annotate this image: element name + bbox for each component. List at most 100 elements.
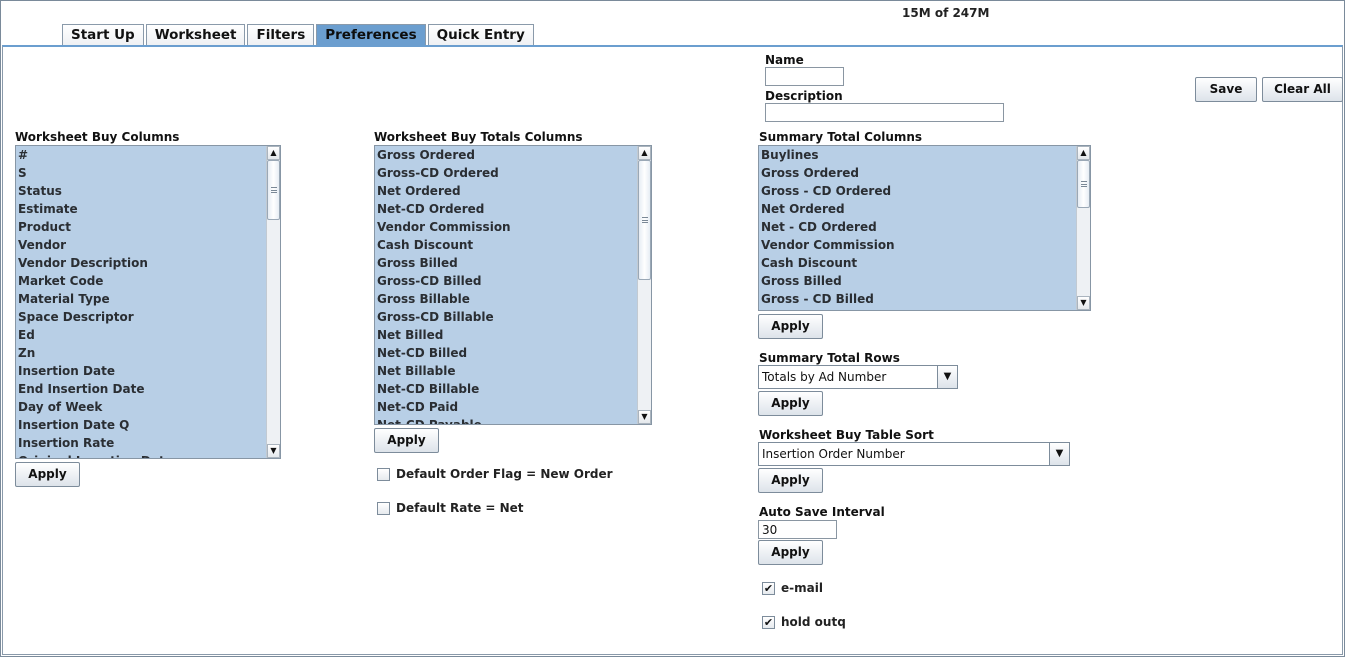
list-item[interactable]: Gross-CD Billed	[375, 272, 511, 290]
list-item[interactable]: Gross - CD Billed	[759, 290, 895, 308]
chevron-down-icon[interactable]: ▼	[937, 366, 957, 388]
hold-outq-label: hold outq	[781, 615, 846, 629]
tab-filters[interactable]: Filters	[247, 24, 315, 46]
list-item[interactable]: Net Ordered	[375, 182, 511, 200]
default-rate-checkbox[interactable]: Default Rate = Net	[377, 501, 524, 515]
buy-columns-apply-button[interactable]: Apply	[15, 462, 80, 487]
list-item[interactable]: Gross Billable	[375, 290, 511, 308]
scroll-down-icon[interactable]: ▼	[1077, 296, 1090, 310]
auto-save-interval-label: Auto Save Interval	[759, 505, 885, 519]
summary-total-rows-apply-button[interactable]: Apply	[758, 391, 823, 416]
list-item[interactable]: Material Type	[16, 290, 173, 308]
list-item[interactable]: Net Billed	[375, 326, 511, 344]
list-item[interactable]: Gross Ordered	[759, 164, 895, 182]
description-label: Description	[765, 89, 843, 103]
list-item[interactable]: Insertion Date	[16, 362, 173, 380]
list-item[interactable]: Net Billable	[375, 362, 511, 380]
list-item[interactable]: Net-CD Billable	[375, 380, 511, 398]
list-item[interactable]: Gross - CD Ordered	[759, 182, 895, 200]
list-item[interactable]: Space Descriptor	[16, 308, 173, 326]
list-item[interactable]: Insertion Rate	[16, 434, 173, 452]
auto-save-interval-field[interactable]	[758, 520, 837, 539]
list-item[interactable]: Vendor Commission	[375, 218, 511, 236]
email-checkbox[interactable]: ✔ e-mail	[762, 581, 823, 595]
buy-totals-columns-list[interactable]: Gross Ordered Gross-CD Ordered Net Ordered…	[374, 145, 652, 425]
scroll-thumb[interactable]	[1077, 160, 1090, 208]
default-order-flag-checkbox[interactable]: Default Order Flag = New Order	[377, 467, 613, 481]
list-item[interactable]: End Insertion Date	[16, 380, 173, 398]
list-item[interactable]: Buylines	[759, 146, 895, 164]
clear-all-button[interactable]: Clear All	[1262, 77, 1343, 102]
list-item[interactable]: Cash Discount	[759, 254, 895, 272]
list-item[interactable]: Day of Week	[16, 398, 173, 416]
buy-table-sort-dropdown[interactable]: Insertion Order Number ▼	[758, 442, 1070, 466]
list-item[interactable]: Vendor Commission	[759, 236, 895, 254]
tab-quick-entry[interactable]: Quick Entry	[427, 24, 534, 46]
buy-table-sort-value: Insertion Order Number	[762, 447, 905, 461]
list-item[interactable]: Market Code	[16, 272, 173, 290]
summary-total-columns-list[interactable]: Buylines Gross Ordered Gross - CD Ordered N…	[758, 145, 1091, 311]
list-item[interactable]: Net-CD Paid	[375, 398, 511, 416]
checkbox-box[interactable]	[377, 501, 390, 515]
tab-worksheet[interactable]: Worksheet	[145, 24, 246, 46]
summary-total-rows-dropdown[interactable]: Totals by Ad Number ▼	[758, 365, 958, 389]
list-item[interactable]: Status	[16, 182, 173, 200]
list-item[interactable]: Original Insertion Date	[16, 452, 173, 458]
default-order-flag-label: Default Order Flag = New Order	[396, 467, 613, 481]
buy-columns-list[interactable]: # S Status Estimate Product Vendor Vendor Desc…	[15, 145, 281, 459]
list-item[interactable]: Insertion Date Q	[16, 416, 173, 434]
scroll-up-icon[interactable]: ▲	[638, 146, 651, 160]
name-field[interactable]	[765, 67, 844, 86]
chevron-down-icon[interactable]: ▼	[1049, 443, 1069, 465]
memory-status: 15M of 247M	[902, 6, 990, 20]
buy-columns-label: Worksheet Buy Columns	[15, 130, 180, 144]
list-item[interactable]: Cash Discount	[375, 236, 511, 254]
scroll-thumb[interactable]	[638, 160, 651, 280]
summary-total-rows-label: Summary Total Rows	[759, 351, 900, 365]
summary-total-rows-value: Totals by Ad Number	[762, 370, 887, 384]
checkbox-checked-icon[interactable]: ✔	[762, 615, 775, 629]
list-item[interactable]: Net-CD Payable	[375, 416, 511, 424]
tab-bar: Start Up Worksheet Filters Preferences Q…	[62, 24, 536, 46]
scroll-thumb[interactable]	[267, 160, 280, 220]
list-item[interactable]: S	[16, 164, 173, 182]
list-item[interactable]: Net Ordered	[759, 200, 895, 218]
list-item[interactable]: Gross Billed	[759, 272, 895, 290]
list-item[interactable]: Gross-CD Billable	[375, 308, 511, 326]
description-field[interactable]	[765, 103, 1004, 122]
buy-columns-scrollbar[interactable]: ▲ ▼	[266, 146, 280, 458]
list-item[interactable]: Net - CD Ordered	[759, 218, 895, 236]
list-item[interactable]: Net-CD Billed	[375, 344, 511, 362]
tab-preferences[interactable]: Preferences	[316, 24, 426, 46]
list-item[interactable]: Gross Ordered	[375, 146, 511, 164]
hold-outq-checkbox[interactable]: ✔ hold outq	[762, 615, 846, 629]
auto-save-apply-button[interactable]: Apply	[758, 540, 823, 565]
list-item[interactable]: Vendor Description	[16, 254, 173, 272]
buy-totals-apply-button[interactable]: Apply	[374, 428, 439, 453]
summary-total-columns-apply-button[interactable]: Apply	[758, 314, 823, 339]
buy-table-sort-apply-button[interactable]: Apply	[758, 468, 823, 493]
list-item[interactable]: Ed	[16, 326, 173, 344]
tab-start-up[interactable]: Start Up	[62, 24, 144, 46]
scroll-up-icon[interactable]: ▲	[267, 146, 280, 160]
scroll-down-icon[interactable]: ▼	[267, 444, 280, 458]
list-item[interactable]: Vendor	[16, 236, 173, 254]
checkbox-box[interactable]	[377, 467, 390, 481]
list-item[interactable]: Gross-CD Ordered	[375, 164, 511, 182]
list-item[interactable]: #	[16, 146, 173, 164]
checkbox-checked-icon[interactable]: ✔	[762, 581, 775, 595]
summary-total-scrollbar[interactable]: ▲ ▼	[1076, 146, 1090, 310]
buy-totals-columns-label: Worksheet Buy Totals Columns	[374, 130, 583, 144]
list-item[interactable]: Gross Billed	[375, 254, 511, 272]
list-item[interactable]: Estimate	[16, 200, 173, 218]
list-item[interactable]: Zn	[16, 344, 173, 362]
scroll-down-icon[interactable]: ▼	[638, 410, 651, 424]
buy-totals-scrollbar[interactable]: ▲ ▼	[637, 146, 651, 424]
list-item[interactable]: Net-CD Ordered	[375, 200, 511, 218]
default-rate-label: Default Rate = Net	[396, 501, 524, 515]
email-label: e-mail	[781, 581, 823, 595]
summary-total-columns-label: Summary Total Columns	[759, 130, 923, 144]
scroll-up-icon[interactable]: ▲	[1077, 146, 1090, 160]
save-button[interactable]: Save	[1195, 77, 1257, 102]
list-item[interactable]: Product	[16, 218, 173, 236]
